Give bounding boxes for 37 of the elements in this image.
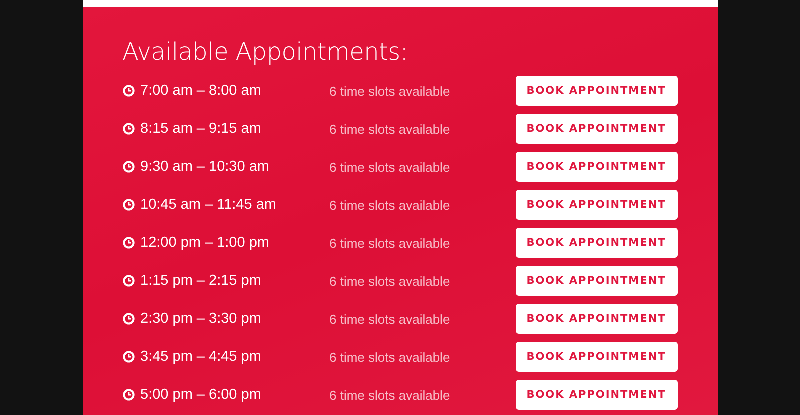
- clock-icon: [122, 389, 134, 401]
- clock-icon: [122, 199, 134, 211]
- book-appointment-button[interactable]: BOOK APPOINTMENT: [516, 304, 678, 334]
- time-range: 12:00 pm – 1:00 pm: [140, 235, 270, 251]
- slots-available-text: 6 time slots available: [330, 122, 452, 136]
- clock-icon: [122, 85, 134, 97]
- slots-available-text: 6 time slots available: [330, 350, 452, 364]
- book-appointment-button[interactable]: BOOK APPOINTMENT: [516, 190, 678, 220]
- section-title: Available Appointments:: [122, 38, 410, 66]
- book-appointment-button[interactable]: BOOK APPOINTMENT: [516, 380, 678, 410]
- time-range: 2:30 pm – 3:30 pm: [140, 311, 262, 327]
- clock-icon: [122, 161, 134, 173]
- clock-icon: [122, 351, 134, 363]
- time-range: 10:45 am – 11:45 am: [140, 197, 276, 213]
- slots-available-text: 6 time slots available: [330, 198, 452, 212]
- slots-available-text: 6 time slots available: [330, 274, 452, 288]
- clock-icon: [122, 123, 134, 135]
- time-range: 8:15 am – 9:15 am: [140, 121, 262, 137]
- time-range: 9:30 am – 10:30 am: [140, 159, 270, 175]
- time-range: 1:15 pm – 2:15 pm: [140, 273, 262, 289]
- book-appointment-button[interactable]: BOOK APPOINTMENT: [516, 152, 678, 182]
- slots-available-text: 6 time slots available: [330, 312, 452, 326]
- time-range: 7:00 am – 8:00 am: [140, 83, 262, 99]
- slots-available-text: 6 time slots available: [330, 160, 452, 174]
- time-range: 3:45 pm – 4:45 pm: [140, 349, 262, 365]
- clock-icon: [122, 313, 134, 325]
- book-appointment-button[interactable]: BOOK APPOINTMENT: [516, 342, 678, 372]
- book-appointment-button[interactable]: BOOK APPOINTMENT: [516, 114, 678, 144]
- slots-available-text: 6 time slots available: [330, 388, 452, 402]
- clock-icon: [122, 275, 134, 287]
- book-appointment-button[interactable]: BOOK APPOINTMENT: [516, 228, 678, 258]
- book-appointment-button[interactable]: BOOK APPOINTMENT: [516, 266, 678, 296]
- book-appointment-button[interactable]: BOOK APPOINTMENT: [516, 76, 678, 106]
- slots-available-text: 6 time slots available: [330, 236, 452, 250]
- slots-available-text: 6 time slots available: [330, 84, 452, 98]
- time-range: 5:00 pm – 6:00 pm: [140, 387, 262, 403]
- clock-icon: [122, 237, 134, 249]
